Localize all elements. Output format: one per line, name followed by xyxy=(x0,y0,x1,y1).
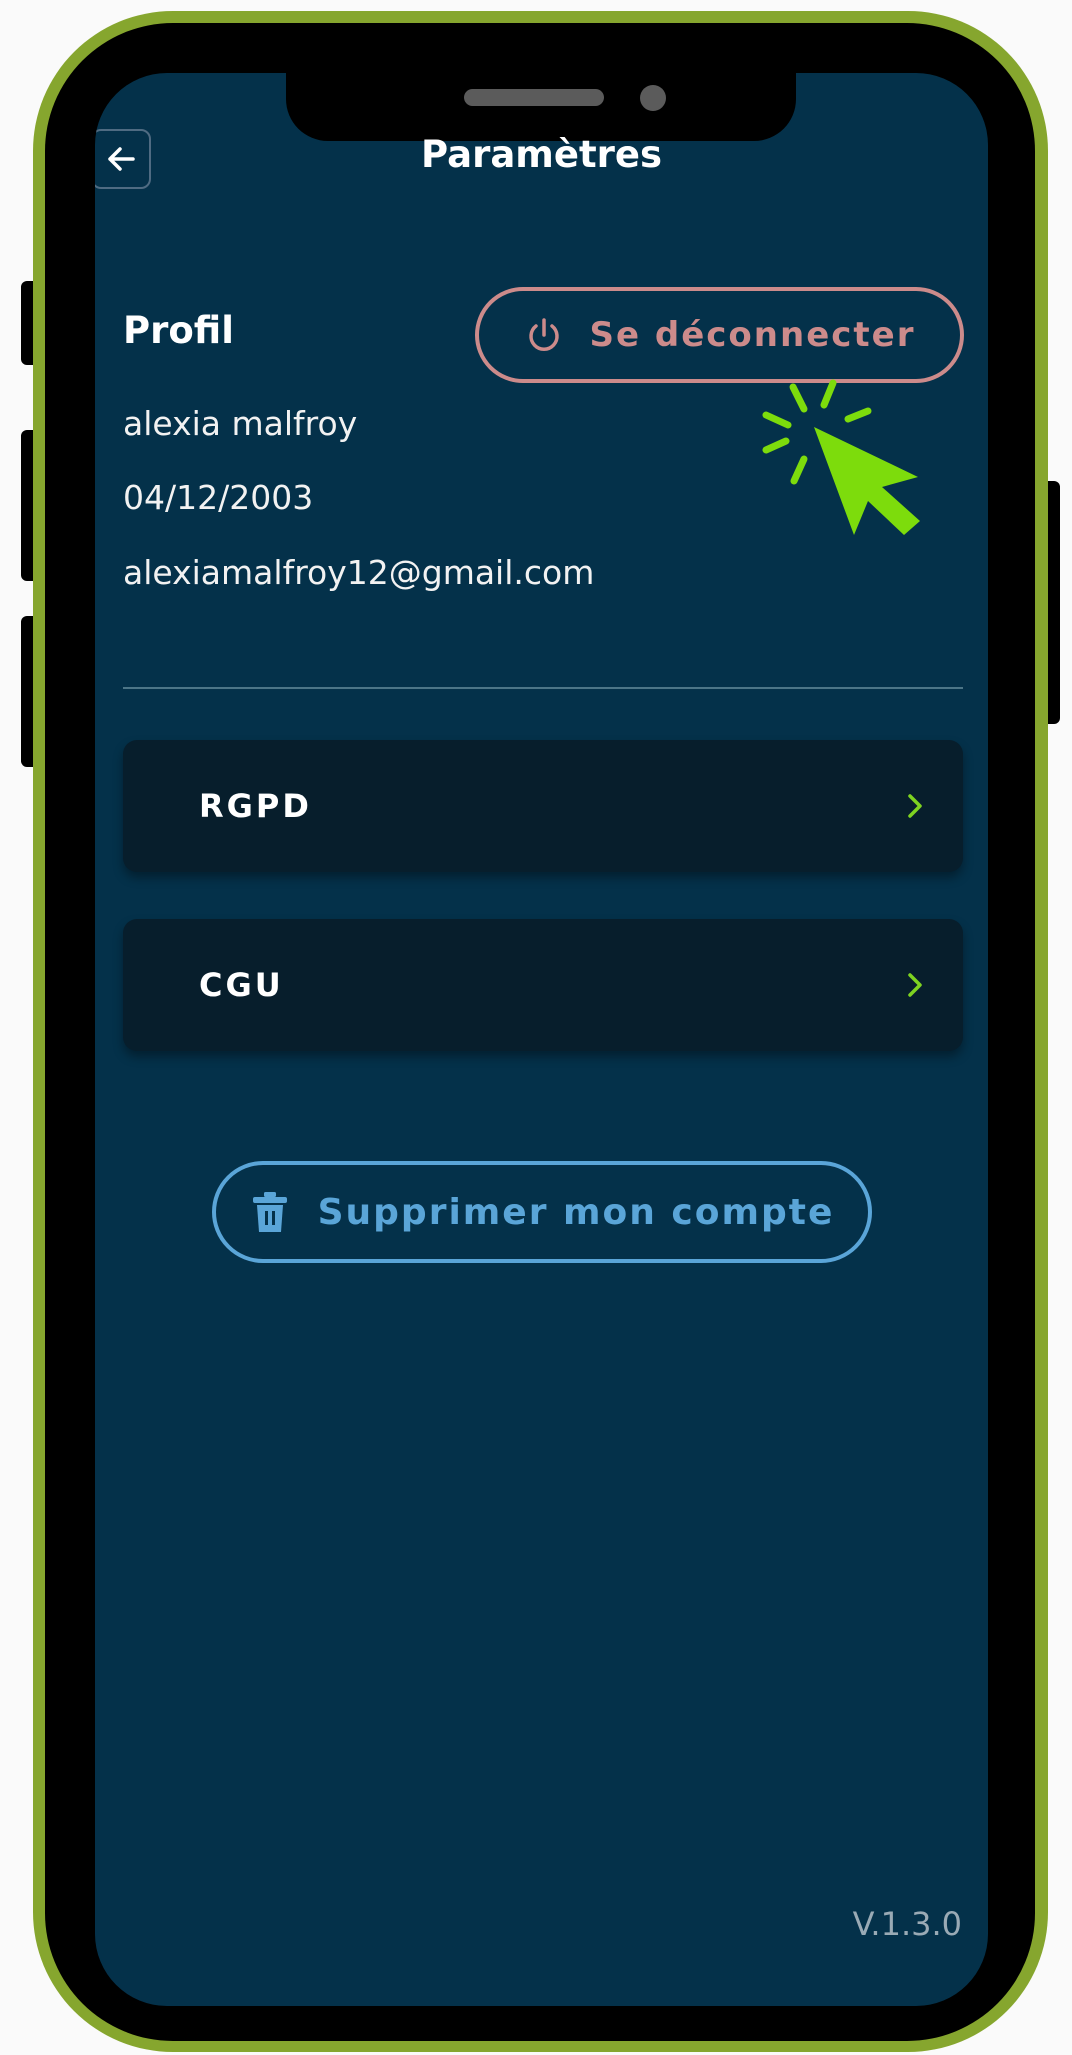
chevron-right-icon xyxy=(908,973,922,997)
menu-item-cgu[interactable]: CGU xyxy=(123,919,963,1051)
front-camera xyxy=(640,85,666,111)
page-title: Paramètres xyxy=(420,133,662,176)
profile-email: alexiamalfroy12@gmail.com xyxy=(123,553,595,592)
click-cursor-icon xyxy=(762,379,920,535)
menu-item-rgpd[interactable]: RGPD xyxy=(123,740,963,872)
speaker xyxy=(464,89,604,106)
logout-button[interactable]: Se déconnecter xyxy=(475,287,964,383)
power-icon xyxy=(528,318,559,351)
delete-account-label: Supprimer mon compte xyxy=(317,1191,835,1233)
trash-icon xyxy=(252,1192,287,1232)
profile-name: alexia malfroy xyxy=(123,404,358,443)
chevron-right-icon xyxy=(908,794,922,818)
notch xyxy=(286,73,796,141)
menu-item-label: CGU xyxy=(199,966,284,1004)
delete-account-button[interactable]: Supprimer mon compte xyxy=(212,1161,872,1263)
profile-heading: Profil xyxy=(123,309,234,352)
app-version: V.1.3.0 xyxy=(852,1905,962,1943)
profile-birthdate: 04/12/2003 xyxy=(123,478,314,517)
logout-label: Se déconnecter xyxy=(589,315,916,355)
menu-item-label: RGPD xyxy=(199,787,312,825)
divider xyxy=(123,687,963,689)
app-screen: Paramètres Profil Se déconnecter alexia … xyxy=(95,73,988,2006)
